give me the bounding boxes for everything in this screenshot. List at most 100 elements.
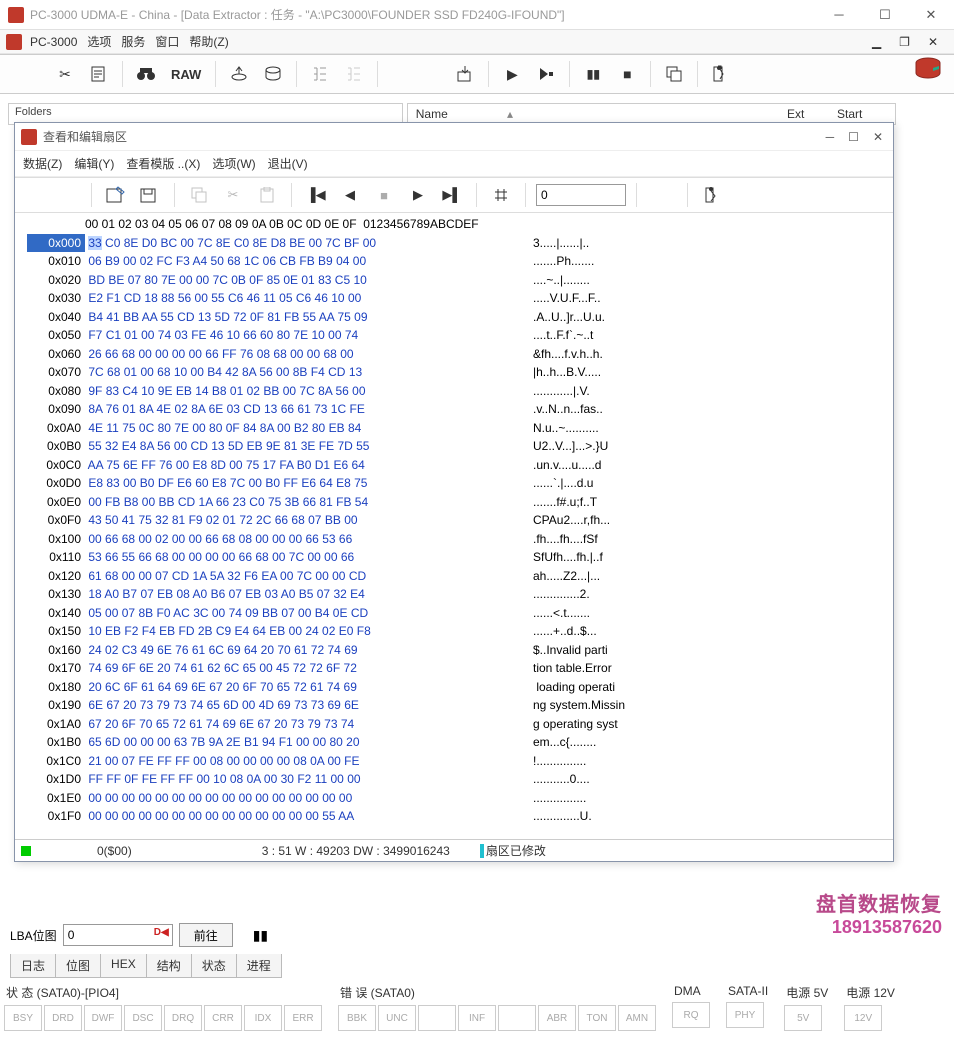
- menu-options[interactable]: 选项: [87, 33, 111, 50]
- status-box-AMN: AMN: [618, 1005, 656, 1031]
- tab-结构[interactable]: 结构: [146, 954, 192, 978]
- modified-indicator: [480, 844, 484, 858]
- window-title: PC-3000 UDMA-E - China - [Data Extractor…: [30, 6, 816, 23]
- exit-icon[interactable]: [706, 59, 736, 89]
- pause-icon[interactable]: ▮▮: [578, 59, 608, 89]
- app-small-icon: [6, 34, 22, 50]
- lba-label: LBA位图: [10, 927, 57, 944]
- hex-menu-options[interactable]: 选项(W): [212, 155, 255, 172]
- status-box-DSC: DSC: [124, 1005, 162, 1031]
- hex-menu-data[interactable]: 数据(Z): [23, 155, 62, 172]
- export-icon[interactable]: [224, 59, 254, 89]
- hex-close-button[interactable]: ✕: [873, 130, 883, 144]
- lba-flag-icon[interactable]: D◀: [154, 927, 169, 938]
- play-icon[interactable]: ▶: [497, 59, 527, 89]
- status-counts: 3 : 51 W : 49203 DW : 3499016243: [262, 844, 450, 858]
- disk-icon[interactable]: [258, 59, 288, 89]
- grid-icon[interactable]: [487, 181, 515, 209]
- status-box-PHY: PHY: [726, 1002, 764, 1028]
- menu-service[interactable]: 服务: [121, 33, 145, 50]
- status-group: 电源 5V5V: [784, 984, 828, 1031]
- next-icon[interactable]: ▶: [404, 181, 432, 209]
- lba-bar: LBA位图 D◀ 前往 ▮▮: [10, 920, 944, 950]
- mdi-close-icon[interactable]: ✕: [928, 35, 938, 49]
- hex-title: 查看和编辑扇区: [43, 128, 826, 145]
- status-panel: 状 态 (SATA0)-[PIO4]BSYDRDDWFDSCDRQCRRIDXE…: [4, 984, 950, 1031]
- last-icon[interactable]: ▶▌: [438, 181, 466, 209]
- import-icon[interactable]: [450, 59, 480, 89]
- minimize-button[interactable]: ─: [816, 0, 862, 30]
- tab-进程[interactable]: 进程: [236, 954, 282, 978]
- menu-help[interactable]: 帮助(Z): [189, 33, 228, 50]
- hex-menubar: 数据(Z) 编辑(Y) 查看模版 ..(X) 选项(W) 退出(V): [15, 151, 893, 177]
- save-disk-icon[interactable]: [136, 181, 164, 209]
- tools-icon[interactable]: ✂: [50, 59, 80, 89]
- status-box-UNC: UNC: [378, 1005, 416, 1031]
- go-button[interactable]: 前往: [179, 923, 233, 947]
- hex-titlebar: 查看和编辑扇区 ─ ☐ ✕: [15, 123, 893, 151]
- hex-toolbar: ✂ ▐◀ ◀ ■ ▶ ▶▌: [15, 177, 893, 213]
- save-open-icon[interactable]: [102, 181, 130, 209]
- status-box-DRD: DRD: [44, 1005, 82, 1031]
- hex-menu-template[interactable]: 查看模版 ..(X): [126, 155, 200, 172]
- paste-icon[interactable]: [253, 181, 281, 209]
- cut-icon[interactable]: ✂: [219, 181, 247, 209]
- status-box-5V: 5V: [784, 1005, 822, 1031]
- hex-grid[interactable]: 00 01 02 03 04 05 06 07 08 09 0A 0B 0C 0…: [15, 213, 893, 826]
- tab-位图[interactable]: 位图: [55, 954, 101, 978]
- status-box-IDX: IDX: [244, 1005, 282, 1031]
- log-icon[interactable]: [84, 59, 114, 89]
- hex-minimize-button[interactable]: ─: [826, 130, 835, 144]
- status-box-: [418, 1005, 456, 1031]
- tab-日志[interactable]: 日志: [10, 954, 56, 978]
- hex-statusbar: 0($00) 3 : 51 W : 49203 DW : 3499016243 …: [15, 839, 893, 861]
- copy-stack-icon[interactable]: [659, 59, 689, 89]
- status-box-BSY: BSY: [4, 1005, 42, 1031]
- menu-window[interactable]: 窗口: [155, 33, 179, 50]
- status-box-DWF: DWF: [84, 1005, 122, 1031]
- status-box-TON: TON: [578, 1005, 616, 1031]
- col-name[interactable]: Name: [416, 107, 507, 121]
- col-start[interactable]: Start: [837, 107, 887, 121]
- close-button[interactable]: ✕: [908, 0, 954, 30]
- stop2-icon[interactable]: ■: [370, 181, 398, 209]
- status-box-: [498, 1005, 536, 1031]
- goto-input[interactable]: [536, 184, 626, 206]
- lba-pause-button[interactable]: ▮▮: [239, 923, 267, 947]
- hex-menu-exit[interactable]: 退出(V): [268, 155, 308, 172]
- prev-icon[interactable]: ◀: [336, 181, 364, 209]
- tree2-icon[interactable]: [339, 59, 369, 89]
- first-icon[interactable]: ▐◀: [302, 181, 330, 209]
- tab-HEX[interactable]: HEX: [100, 954, 147, 978]
- folders-title: Folders: [9, 104, 402, 120]
- raw-button[interactable]: RAW: [165, 59, 207, 89]
- tree1-icon[interactable]: [305, 59, 335, 89]
- maximize-button[interactable]: ☐: [862, 0, 908, 30]
- watermark-line1: 盘首数据恢复: [816, 888, 942, 917]
- hex-icon: [21, 129, 37, 145]
- app-icon: [8, 7, 24, 23]
- stop-icon[interactable]: ■: [612, 59, 642, 89]
- status-box-BBK: BBK: [338, 1005, 376, 1031]
- status-offset: 0($00): [97, 844, 132, 858]
- status-box-ERR: ERR: [284, 1005, 322, 1031]
- mdi-restore-icon[interactable]: ❐: [899, 35, 910, 49]
- main-menubar: PC-3000 选项 服务 窗口 帮助(Z) ▁ ❐ ✕: [0, 30, 954, 54]
- tab-状态[interactable]: 状态: [191, 954, 237, 978]
- status-box-CRR: CRR: [204, 1005, 242, 1031]
- status-group: 错 误 (SATA0)BBKUNCINFABRTONAMN: [338, 984, 656, 1031]
- status-group: SATA-IIPHY: [726, 984, 768, 1031]
- binoculars-icon[interactable]: [131, 59, 161, 89]
- play-fwd-icon[interactable]: [531, 59, 561, 89]
- status-box-INF: INF: [458, 1005, 496, 1031]
- exit2-icon[interactable]: [698, 181, 726, 209]
- mdi-minimize-icon[interactable]: ▁: [872, 35, 881, 49]
- hex-maximize-button[interactable]: ☐: [848, 130, 859, 144]
- copy-icon[interactable]: [185, 181, 213, 209]
- hex-menu-edit[interactable]: 编辑(Y): [74, 155, 114, 172]
- status-group: DMARQ: [672, 984, 710, 1031]
- status-box-ABR: ABR: [538, 1005, 576, 1031]
- hex-window: 查看和编辑扇区 ─ ☐ ✕ 数据(Z) 编辑(Y) 查看模版 ..(X) 选项(…: [14, 122, 894, 862]
- col-ext[interactable]: Ext: [787, 107, 837, 121]
- status-group: 电源 12V12V: [844, 984, 895, 1031]
